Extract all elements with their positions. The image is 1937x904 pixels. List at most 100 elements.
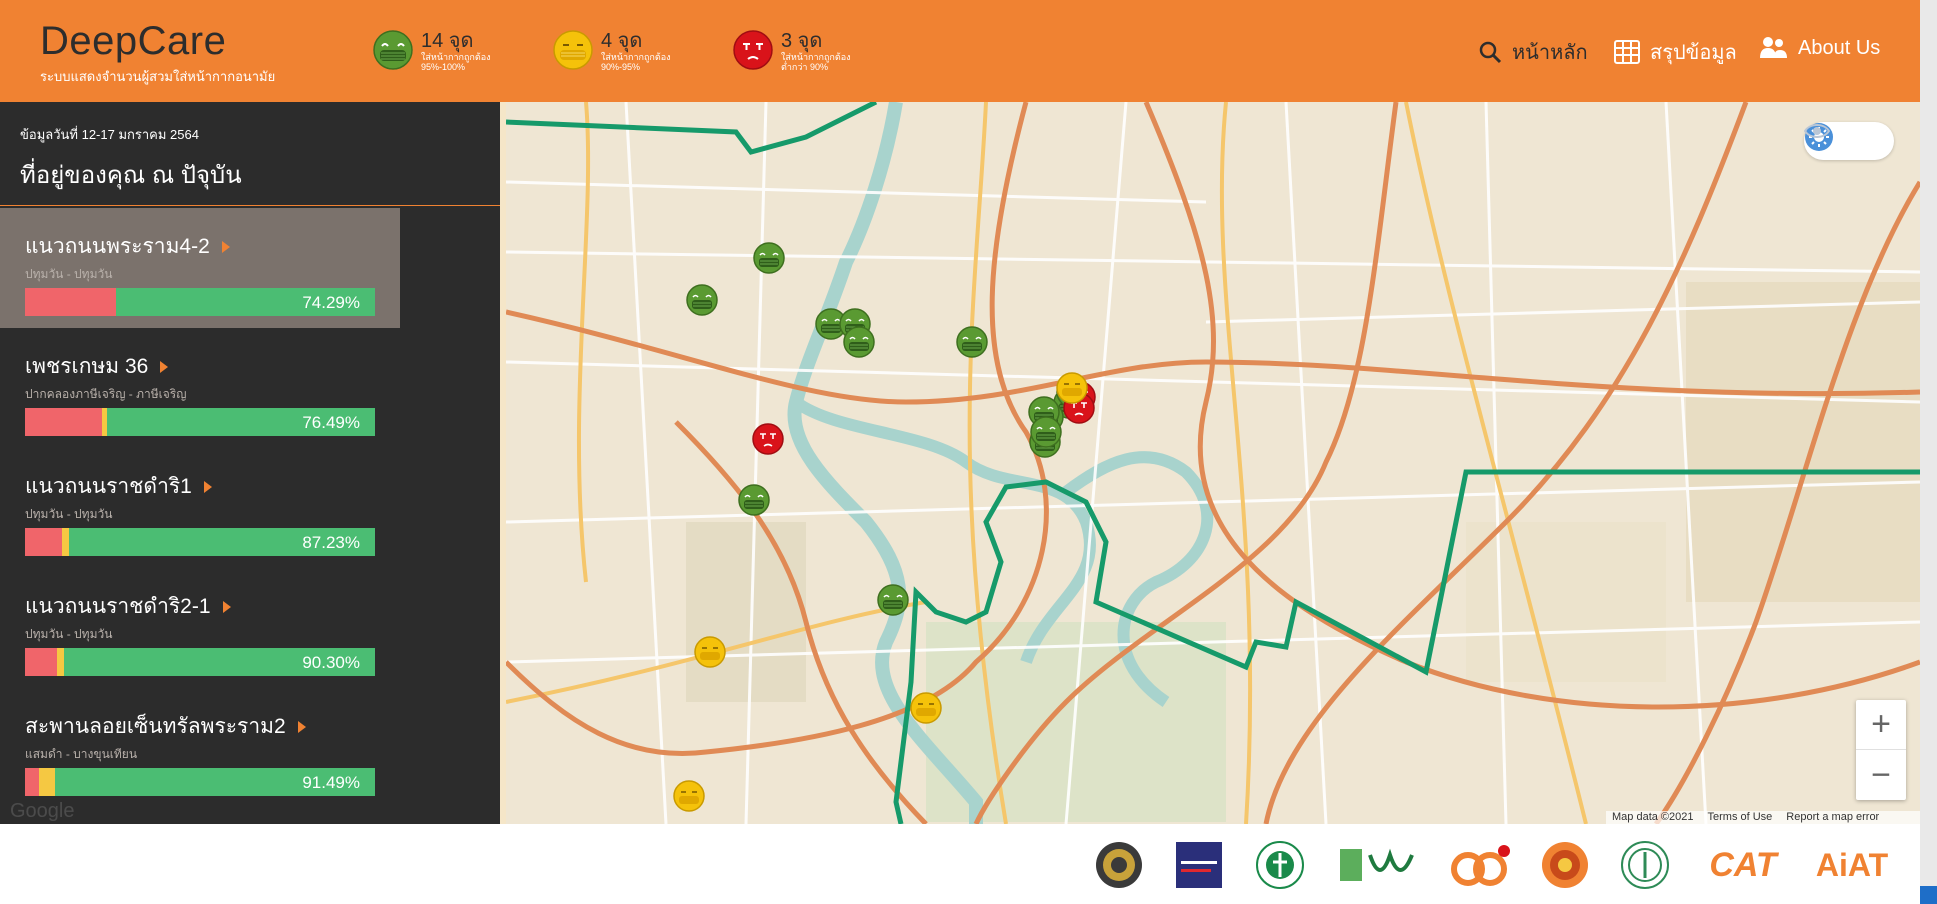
scrollbar-track[interactable] [1920,0,1937,904]
green-mask-marker[interactable] [956,326,988,358]
bar-segment-yellow [61,528,69,556]
bar-segment-red [25,288,116,316]
terms-link[interactable]: Terms of Use [1708,811,1773,824]
yellow-mask-marker[interactable] [694,636,726,668]
green-mask-marker[interactable] [1030,416,1062,448]
zoom-out-button[interactable]: − [1856,750,1906,800]
zoom-in-button[interactable]: + [1856,700,1906,750]
caret-right-icon [222,600,231,613]
mask-percentage-bar: 76.49% [25,408,375,436]
legend-yellow-range: 90%-95% [601,62,641,72]
data-date: ข้อมูลวันที่ 12-17 มกราคม 2564 [20,127,199,142]
location-sidebar: ข้อมูลวันที่ 12-17 มกราคม 2564 ที่อยู่ขอ… [0,102,506,824]
location-district: ปทุมวัน - ปทุมวัน [25,507,113,521]
footer-logos: CAT AiAT [0,824,1937,904]
rsc-logo [1338,840,1418,890]
yellow-mask-marker[interactable] [673,780,705,812]
covid-center-logo [1174,840,1224,890]
map-style-toggle[interactable] [1804,122,1894,160]
map-data-credit: Map data ©2021 [1612,811,1694,823]
nav-summary-label: สรุปข้อมูล [1650,42,1737,64]
nav-home-label: หน้าหลัก [1512,42,1588,64]
location-name: สะพานลอยเซ็นทรัลพระราม2 [25,710,400,743]
sad-face-icon [733,30,773,70]
current-location-title: ที่อยู่ของคุณ ณ ปัจุบัน [20,162,242,189]
location-name-text: เพชรเกษม 36 [25,355,149,378]
bma-logo [1620,840,1670,890]
zoom-control: + − [1856,700,1906,800]
location-item[interactable]: แนวถนนราชดำริ1 ปทุมวัน - ปทุมวัน 87.23% [0,448,400,568]
mask-percentage: 74.29% [302,293,360,312]
yellow-mask-marker[interactable] [910,692,942,724]
nav-home[interactable]: หน้าหลัก [1478,36,1588,68]
neutral-mask-icon [553,30,593,70]
legend-red-range: ต่ำกว่า 90% [781,62,828,72]
location-item[interactable]: สะพานลอยเซ็นทรัลพระราม2 แสมดำ - บางขุนเที… [0,688,400,808]
location-district: ปทุมวัน - ปทุมวัน [25,267,113,281]
map-attribution: Map data ©2021 Terms of Use Report a map… [1606,811,1920,824]
aiat-logo: AiAT [1815,846,1889,883]
legend-red-desc: ใส่หน้ากากถูกต้อง [781,52,851,62]
red-face-marker[interactable] [752,423,784,455]
nav-summary[interactable]: สรุปข้อมูล [1614,36,1737,68]
mask-percentage-bar: 87.23% [25,528,375,556]
location-district: แสมดำ - บางขุนเทียน [25,747,138,761]
caret-right-icon [221,240,230,253]
eye-icon[interactable] [1804,122,1830,140]
happy-mask-icon [373,30,413,70]
nav-about[interactable]: About Us [1760,36,1880,60]
nav-about-label: About Us [1798,36,1881,59]
bar-segment-red [25,648,57,676]
cat-logo: CAT [1709,845,1777,884]
caret-right-icon [160,360,169,373]
location-name-text: แนวถนนพระราม4-2 [25,235,210,258]
bar-segment-red [25,528,62,556]
legend-yellow: 4 จุด ใส่หน้ากากถูกต้อง 90%-95% [553,30,671,72]
location-name: แนวถนนราชดำริ2-1 [25,590,400,623]
map-canvas[interactable] [506,102,1920,824]
legend-green: 14 จุด ใส่หน้ากากถูกต้อง 95%-100% [373,30,491,72]
green-mask-marker[interactable] [753,242,785,274]
location-item[interactable]: แนวถนนพระราม4-2 ปทุมวัน - ปทุมวัน 74.29% [0,208,400,328]
location-district: ปากคลองภาษีเจริญ - ภาษีเจริญ [25,387,187,401]
health-dept-logo [1255,840,1305,890]
legend-yellow-desc: ใส่หน้ากากถูกต้อง [601,52,671,62]
green-mask-marker[interactable] [686,284,718,316]
green-mask-marker[interactable] [877,584,909,616]
green-mask-marker[interactable] [843,326,875,358]
mask-percentage-bar: 74.29% [25,288,375,316]
mask-percentage: 90.30% [302,653,360,672]
mask-percentage: 76.49% [302,413,360,432]
report-error-link[interactable]: Report a map error [1786,811,1879,824]
mask-percentage: 87.23% [302,533,360,552]
location-item[interactable]: เพชรเกษม 36 ปากคลองภาษีเจริญ - ภาษีเจริญ 7… [0,328,400,448]
legend-red-count: 3 จุด [781,30,823,52]
location-name: เพชรเกษม 36 [25,350,400,383]
google-watermark: Google [10,800,75,822]
green-mask-marker[interactable] [738,484,770,516]
caret-right-icon [203,480,212,493]
mask-percentage-bar: 91.49% [25,768,375,796]
scrollbar-corner [1920,886,1937,904]
users-icon [1760,37,1787,58]
brand[interactable]: DeepCare ระบบแสดงจำนวนผู้สวมใส่หน้ากากอน… [40,18,275,87]
location-name-text: แนวถนนราชดำริ2-1 [25,595,211,618]
legend-green-desc: ใส่หน้ากากถูกต้อง [421,52,491,62]
university-seal-logo [1540,840,1590,890]
mask-percentage: 91.49% [302,773,360,792]
bar-segment-yellow [39,768,55,796]
location-item[interactable]: แนวถนนราชดำริ2-1 ปทุมวัน - ปทุมวัน 90.30% [0,568,400,688]
legend-green-range: 95%-100% [421,62,466,72]
bar-segment-red [25,768,39,796]
yellow-mask-marker[interactable] [1056,372,1088,404]
sidebar-header: ข้อมูลวันที่ 12-17 มกราคม 2564 ที่อยู่ขอ… [0,102,506,206]
legend-red: 3 จุด ใส่หน้ากากถูกต้อง ต่ำกว่า 90% [733,30,851,72]
location-name: แนวถนนพระราม4-2 [25,230,400,263]
brand-title: DeepCare [40,19,227,63]
header-bar: DeepCare ระบบแสดงจำนวนผู้สวมใส่หน้ากากอน… [0,0,1920,102]
table-icon [1614,40,1640,64]
legend-yellow-count: 4 จุด [601,30,643,52]
brand-subtitle: ระบบแสดงจำนวนผู้สวมใส่หน้ากากอนามัย [40,69,276,84]
mask-percentage-bar: 90.30% [25,648,375,676]
map-view[interactable]: + − Map data ©2021 Terms of Use Report a… [506,102,1920,824]
